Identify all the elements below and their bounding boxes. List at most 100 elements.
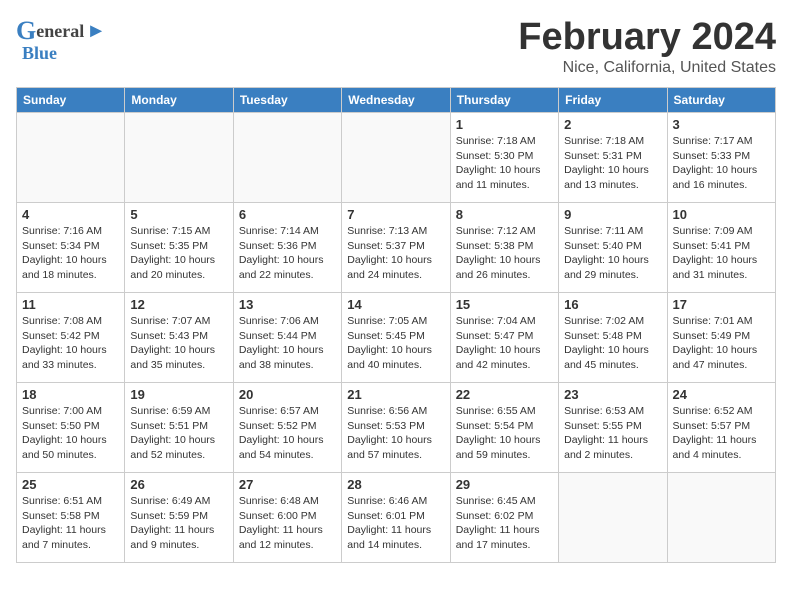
calendar-cell: 17 Sunrise: 7:01 AM Sunset: 5:49 PM Dayli… [667,293,775,383]
day-number: 22 [456,387,553,402]
calendar-cell [125,113,233,203]
weekday-header-thursday: Thursday [450,88,558,113]
calendar-cell: 16 Sunrise: 7:02 AM Sunset: 5:48 PM Dayli… [559,293,667,383]
calendar-cell [667,473,775,563]
calendar-cell: 20Sunrise: 6:57 AM Sunset: 5:52 PM Dayli… [233,383,341,473]
calendar-cell: 21 Sunrise: 6:56 AM Sunset: 5:53 PM Dayli… [342,383,450,473]
calendar-week-3: 11 Sunrise: 7:08 AM Sunset: 5:42 PM Dayli… [17,293,776,383]
weekday-header-tuesday: Tuesday [233,88,341,113]
day-info: Sunrise: 7:17 AM Sunset: 5:33 PM Dayligh… [673,134,770,193]
day-number: 17 [673,297,770,312]
day-number: 26 [130,477,227,492]
calendar-cell [342,113,450,203]
calendar-cell: 25Sunrise: 6:51 AM Sunset: 5:58 PM Dayli… [17,473,125,563]
calendar-cell: 7Sunrise: 7:13 AM Sunset: 5:37 PM Daylig… [342,203,450,293]
weekday-header-sunday: Sunday [17,88,125,113]
calendar-cell [17,113,125,203]
calendar-cell: 4 Sunrise: 7:16 AM Sunset: 5:34 PM Daylig… [17,203,125,293]
day-info: Sunrise: 7:11 AM Sunset: 5:40 PM Dayligh… [564,224,661,283]
day-info: Sunrise: 6:55 AM Sunset: 5:54 PM Dayligh… [456,404,553,463]
weekday-header-wednesday: Wednesday [342,88,450,113]
day-number: 24 [673,387,770,402]
calendar-cell: 24 Sunrise: 6:52 AM Sunset: 5:57 PM Dayli… [667,383,775,473]
calendar-cell [233,113,341,203]
title-area: February 2024 Nice, California, United S… [518,16,776,77]
calendar-cell: 9Sunrise: 7:11 AM Sunset: 5:40 PM Daylig… [559,203,667,293]
logo: G eneral ► Blue [16,16,106,64]
day-number: 15 [456,297,553,312]
day-info: Sunrise: 7:07 AM Sunset: 5:43 PM Dayligh… [130,314,227,373]
calendar-cell: 10Sunrise: 7:09 AM Sunset: 5:41 PM Dayli… [667,203,775,293]
calendar-cell: 1 Sunrise: 7:18 AM Sunset: 5:30 PM Daylig… [450,113,558,203]
day-info: Sunrise: 7:06 AM Sunset: 5:44 PM Dayligh… [239,314,336,373]
day-number: 28 [347,477,444,492]
calendar-cell: 5 Sunrise: 7:15 AM Sunset: 5:35 PM Daylig… [125,203,233,293]
day-info: Sunrise: 7:04 AM Sunset: 5:47 PM Dayligh… [456,314,553,373]
day-info: Sunrise: 6:59 AM Sunset: 5:51 PM Dayligh… [130,404,227,463]
day-info: Sunrise: 6:53 AM Sunset: 5:55 PM Dayligh… [564,404,661,463]
day-info: Sunrise: 7:02 AM Sunset: 5:48 PM Dayligh… [564,314,661,373]
day-number: 10 [673,207,770,222]
day-info: Sunrise: 7:16 AM Sunset: 5:34 PM Dayligh… [22,224,119,283]
calendar-cell: 11 Sunrise: 7:08 AM Sunset: 5:42 PM Dayli… [17,293,125,383]
day-number: 3 [673,117,770,132]
calendar-week-1: 1 Sunrise: 7:18 AM Sunset: 5:30 PM Daylig… [17,113,776,203]
calendar-cell: 27 Sunrise: 6:48 AM Sunset: 6:00 PM Dayli… [233,473,341,563]
day-info: Sunrise: 6:45 AM Sunset: 6:02 PM Dayligh… [456,494,553,553]
calendar-week-4: 18 Sunrise: 7:00 AM Sunset: 5:50 PM Dayli… [17,383,776,473]
day-info: Sunrise: 7:18 AM Sunset: 5:31 PM Dayligh… [564,134,661,193]
calendar-cell: 12Sunrise: 7:07 AM Sunset: 5:43 PM Dayli… [125,293,233,383]
day-number: 2 [564,117,661,132]
day-info: Sunrise: 7:01 AM Sunset: 5:49 PM Dayligh… [673,314,770,373]
day-info: Sunrise: 7:05 AM Sunset: 5:45 PM Dayligh… [347,314,444,373]
calendar-cell [559,473,667,563]
calendar-cell: 14 Sunrise: 7:05 AM Sunset: 5:45 PM Dayli… [342,293,450,383]
weekday-header-monday: Monday [125,88,233,113]
day-info: Sunrise: 7:14 AM Sunset: 5:36 PM Dayligh… [239,224,336,283]
day-info: Sunrise: 6:48 AM Sunset: 6:00 PM Dayligh… [239,494,336,553]
day-info: Sunrise: 7:08 AM Sunset: 5:42 PM Dayligh… [22,314,119,373]
day-info: Sunrise: 6:56 AM Sunset: 5:53 PM Dayligh… [347,404,444,463]
calendar-cell: 3 Sunrise: 7:17 AM Sunset: 5:33 PM Daylig… [667,113,775,203]
calendar-cell: 26 Sunrise: 6:49 AM Sunset: 5:59 PM Dayli… [125,473,233,563]
weekday-header-saturday: Saturday [667,88,775,113]
page-header: G eneral ► Blue February 2024 Nice, Cali… [16,16,776,77]
day-info: Sunrise: 6:46 AM Sunset: 6:01 PM Dayligh… [347,494,444,553]
day-info: Sunrise: 7:00 AM Sunset: 5:50 PM Dayligh… [22,404,119,463]
calendar-cell: 2 Sunrise: 7:18 AM Sunset: 5:31 PM Daylig… [559,113,667,203]
calendar-week-2: 4 Sunrise: 7:16 AM Sunset: 5:34 PM Daylig… [17,203,776,293]
calendar-table: SundayMondayTuesdayWednesdayThursdayFrid… [16,87,776,563]
day-number: 21 [347,387,444,402]
day-info: Sunrise: 7:12 AM Sunset: 5:38 PM Dayligh… [456,224,553,283]
calendar-cell: 28 Sunrise: 6:46 AM Sunset: 6:01 PM Dayli… [342,473,450,563]
logo-eneral: eneral [36,21,84,42]
weekday-header-friday: Friday [559,88,667,113]
calendar-cell: 23Sunrise: 6:53 AM Sunset: 5:55 PM Dayli… [559,383,667,473]
day-number: 7 [347,207,444,222]
day-number: 5 [130,207,227,222]
day-info: Sunrise: 7:15 AM Sunset: 5:35 PM Dayligh… [130,224,227,283]
day-info: Sunrise: 7:18 AM Sunset: 5:30 PM Dayligh… [456,134,553,193]
day-number: 27 [239,477,336,492]
month-title: February 2024 [518,16,776,59]
calendar-cell: 8Sunrise: 7:12 AM Sunset: 5:38 PM Daylig… [450,203,558,293]
calendar-week-5: 25Sunrise: 6:51 AM Sunset: 5:58 PM Dayli… [17,473,776,563]
day-number: 20 [239,387,336,402]
calendar-header-row: SundayMondayTuesdayWednesdayThursdayFrid… [17,88,776,113]
day-info: Sunrise: 6:52 AM Sunset: 5:57 PM Dayligh… [673,404,770,463]
day-number: 25 [22,477,119,492]
day-number: 18 [22,387,119,402]
calendar-cell: 6 Sunrise: 7:14 AM Sunset: 5:36 PM Daylig… [233,203,341,293]
logo-arrow-icon: ► [86,20,106,43]
day-number: 4 [22,207,119,222]
calendar-cell: 22 Sunrise: 6:55 AM Sunset: 5:54 PM Dayli… [450,383,558,473]
logo-blue: Blue [22,43,57,64]
day-number: 19 [130,387,227,402]
day-number: 1 [456,117,553,132]
calendar-cell: 19 Sunrise: 6:59 AM Sunset: 5:51 PM Dayli… [125,383,233,473]
day-number: 11 [22,297,119,312]
day-info: Sunrise: 6:49 AM Sunset: 5:59 PM Dayligh… [130,494,227,553]
day-number: 16 [564,297,661,312]
day-number: 6 [239,207,336,222]
day-number: 14 [347,297,444,312]
